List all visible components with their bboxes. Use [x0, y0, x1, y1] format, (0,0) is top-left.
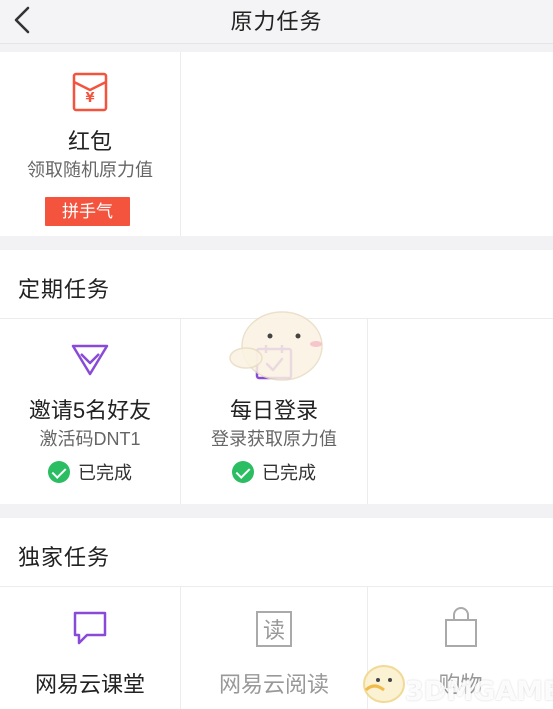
- divider: [180, 52, 181, 236]
- watermark-mascot: [363, 665, 405, 703]
- top-bar: 原力任务: [0, 0, 553, 44]
- page-title: 原力任务: [230, 9, 323, 34]
- netease-read-title: 网易云阅读: [218, 672, 329, 697]
- exclusive-section-header: 独家任务: [0, 518, 553, 586]
- invite-friends-title: 邀请5名好友: [28, 398, 152, 423]
- check-circle-icon: [48, 461, 70, 483]
- check-circle-icon: [232, 461, 254, 483]
- invite-friends-subtitle: 激活码DNT1: [39, 429, 141, 449]
- periodic-section-title: 定期任务: [18, 277, 111, 302]
- mascot-sticker: [229, 311, 323, 381]
- status-label: 已完成: [78, 463, 132, 483]
- red-envelope-icon: ¥: [72, 72, 108, 112]
- red-envelope-title: 红包: [67, 129, 112, 154]
- netease-study-title: 网易云课堂: [34, 672, 145, 697]
- diamond-icon: [71, 344, 109, 376]
- netease-read-card[interactable]: 读 网易云阅读: [181, 587, 367, 709]
- red-envelope-panel: ¥ 红包 领取随机原力值 拼手气: [0, 52, 553, 236]
- red-envelope-card[interactable]: ¥ 红包 领取随机原力值 拼手气: [0, 52, 180, 236]
- red-envelope-subtitle: 领取随机原力值: [27, 160, 153, 180]
- divider: [367, 319, 368, 504]
- invite-friends-card[interactable]: 邀请5名好友 激活码DNT1 已完成: [0, 319, 180, 504]
- status-label: 已完成: [262, 463, 316, 483]
- exclusive-section-title: 独家任务: [18, 545, 111, 570]
- svg-text:¥: ¥: [85, 91, 94, 106]
- watermark-text: 3DMGAME: [405, 676, 553, 707]
- status-badge: 已完成: [181, 459, 367, 485]
- svg-text:读: 读: [263, 619, 285, 644]
- netease-study-card[interactable]: 网易云课堂: [0, 587, 180, 709]
- lucky-draw-button[interactable]: 拼手气: [45, 197, 130, 226]
- status-badge: 已完成: [0, 459, 180, 485]
- speech-bubble-icon: [73, 611, 107, 645]
- daily-login-subtitle: 登录获取原力值: [211, 429, 337, 449]
- read-icon: 读: [256, 611, 292, 647]
- shopping-bag-icon: [444, 607, 477, 647]
